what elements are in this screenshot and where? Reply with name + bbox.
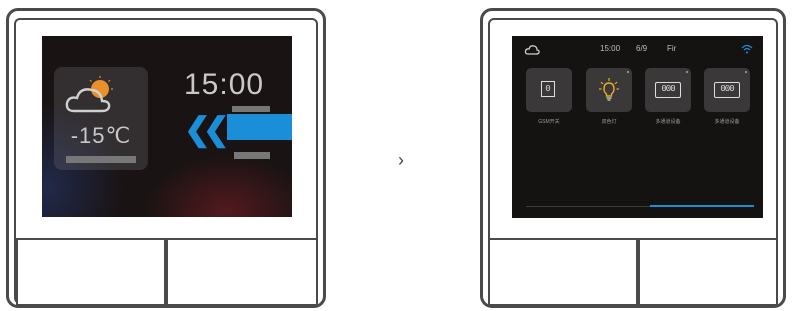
- device-tile-label: 多通道设备: [655, 119, 681, 125]
- tile-indicator-dot: [686, 71, 688, 73]
- status-weekday: Fir: [667, 44, 677, 53]
- tile-indicator-dot: [627, 71, 629, 73]
- tile-indicator-dot: [745, 71, 747, 73]
- device-tile-label: 多通道设备: [714, 119, 740, 125]
- status-date: 6/9: [636, 44, 648, 53]
- swipe-arrow-band[interactable]: [227, 114, 292, 140]
- wifi-icon: [741, 44, 753, 54]
- device-tile-bicolor-light[interactable]: [586, 68, 632, 112]
- left-screen[interactable]: -15℃ 15:00 ❮❮: [42, 36, 292, 217]
- double-chevron-left-icon[interactable]: ❮❮: [184, 110, 230, 148]
- status-time: 15:00: [600, 44, 621, 53]
- clock-placeholder-bar: [232, 106, 270, 112]
- page-indicator-active[interactable]: [650, 205, 754, 207]
- temperature-readout: -15℃: [70, 123, 132, 148]
- bulb-icon: [599, 78, 619, 101]
- cloud-icon: [524, 45, 540, 55]
- clock-readout: 15:00: [184, 68, 265, 101]
- left-device-button-2[interactable]: [166, 238, 318, 306]
- device-tile-label: 双色灯: [601, 119, 617, 125]
- chevron-right-icon: ›: [398, 150, 404, 170]
- weather-card[interactable]: -15℃: [54, 67, 148, 170]
- device-tile-label: GSM开关: [538, 119, 560, 125]
- left-device-button-1[interactable]: [16, 238, 166, 306]
- multi-channel-icon: 000: [655, 82, 681, 98]
- multi-channel-icon: 000: [714, 82, 740, 98]
- device-tile-multi-channel-2[interactable]: 000: [704, 68, 750, 112]
- device-tile-gsm-switch[interactable]: 0: [526, 68, 572, 112]
- right-screen[interactable]: 15:00 6/9 Fir 0 GSM开关 双色灯 000 多通道设备 000 …: [512, 36, 763, 218]
- cloud-sun-icon: [65, 76, 113, 113]
- temperature-placeholder-bar: [66, 156, 136, 163]
- right-device-button-2[interactable]: [638, 238, 778, 306]
- right-device-button-1[interactable]: [488, 238, 638, 306]
- status-bar: 15:00 6/9 Fir: [512, 43, 763, 57]
- device-tile-multi-channel-1[interactable]: 000: [645, 68, 691, 112]
- switch-icon: 0: [541, 81, 555, 97]
- date-placeholder-bar: [234, 152, 270, 159]
